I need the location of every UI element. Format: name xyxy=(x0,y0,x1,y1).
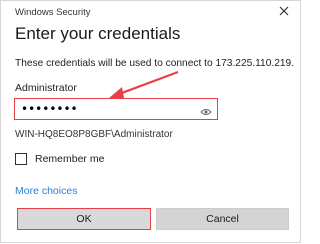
more-choices-link[interactable]: More choices xyxy=(15,185,77,197)
checkbox-box[interactable] xyxy=(15,153,27,165)
close-icon[interactable] xyxy=(277,4,291,18)
eye-icon[interactable] xyxy=(200,104,212,115)
domain-username: WIN-HQ8EO8P8GBF\Administrator xyxy=(15,129,173,140)
title-bar: Windows Security xyxy=(1,1,300,21)
connection-description: These credentials will be used to connec… xyxy=(15,58,295,69)
credentials-dialog: Windows Security Enter your credentials … xyxy=(0,0,301,243)
window-title: Windows Security xyxy=(15,7,91,18)
password-input[interactable] xyxy=(15,99,195,118)
ok-button[interactable]: OK xyxy=(17,208,151,230)
dialog-heading: Enter your credentials xyxy=(15,24,181,43)
cancel-button[interactable]: Cancel xyxy=(156,208,289,230)
remember-me-label: Remember me xyxy=(35,153,105,165)
username-label: Administrator xyxy=(15,82,77,94)
password-field[interactable] xyxy=(14,98,218,120)
remember-me-checkbox[interactable]: Remember me xyxy=(15,152,104,166)
